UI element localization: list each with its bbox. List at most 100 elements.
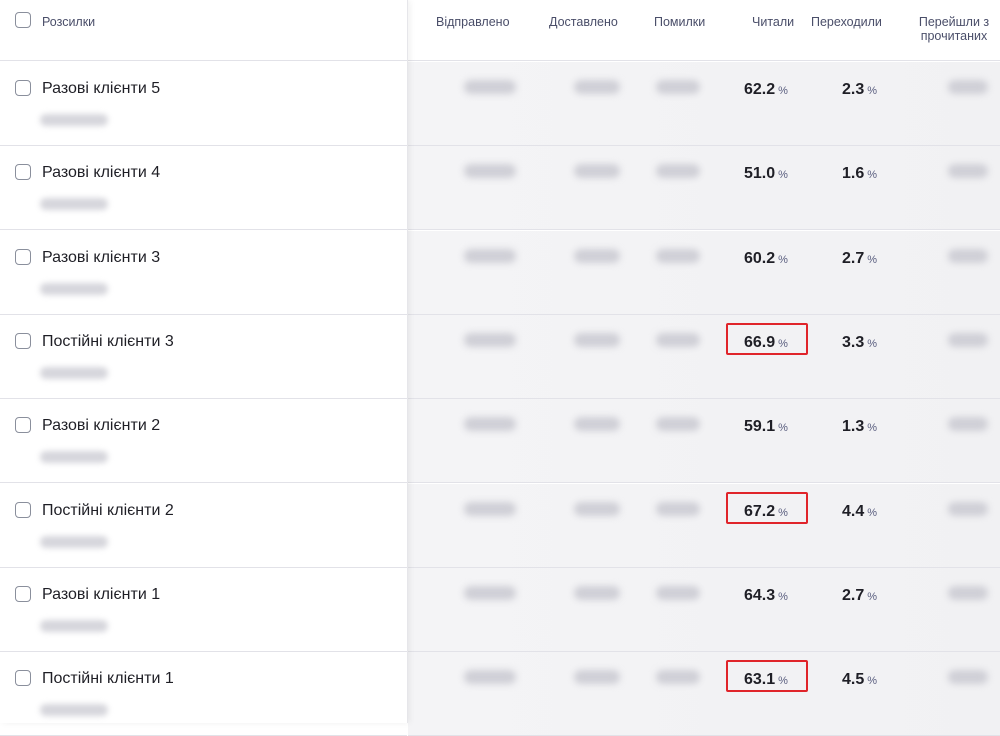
- percent-unit: %: [778, 85, 788, 97]
- percent-unit: %: [778, 422, 788, 434]
- read-value: 62.2%: [744, 81, 788, 99]
- percent-unit: %: [778, 675, 788, 687]
- clicked-from-read-value-blurred: [948, 333, 988, 347]
- table-row-stats: 62.2% 2.3%: [408, 62, 1000, 146]
- percent-unit: %: [778, 338, 788, 350]
- delivered-value-blurred: [574, 80, 620, 94]
- select-all-checkbox[interactable]: [15, 12, 31, 28]
- delivered-value-blurred: [574, 586, 620, 600]
- campaign-name[interactable]: Разові клієнти 4: [42, 164, 160, 182]
- percent-unit: %: [867, 254, 878, 266]
- campaigns-table: Розсилки Разові клієнти 5 Разові клієнти …: [0, 0, 1000, 736]
- campaign-date-blurred: [40, 451, 108, 463]
- percent-unit: %: [867, 338, 878, 350]
- header-clicked-from-read-line2: прочитаних: [920, 29, 988, 43]
- errors-value-blurred: [656, 333, 700, 347]
- sent-value-blurred: [464, 502, 516, 516]
- clicked-value: 4.4%: [842, 503, 877, 521]
- header-sent[interactable]: Відправлено: [436, 15, 510, 29]
- clicked-from-read-value-blurred: [948, 670, 988, 684]
- campaign-name[interactable]: Постійні клієнти 2: [42, 502, 174, 520]
- table-row[interactable]: Разові клієнти 4: [0, 146, 407, 230]
- read-value: 63.1%: [744, 671, 788, 689]
- header-read[interactable]: Читали: [752, 15, 794, 29]
- clicked-from-read-value-blurred: [948, 80, 988, 94]
- delivered-value-blurred: [574, 502, 620, 516]
- read-number: 59.1: [744, 418, 776, 435]
- table-row[interactable]: Постійні клієнти 3: [0, 315, 407, 399]
- sent-value-blurred: [464, 586, 516, 600]
- delivered-value-blurred: [574, 249, 620, 263]
- delivered-value-blurred: [574, 164, 620, 178]
- row-checkbox[interactable]: [15, 586, 31, 602]
- table-row[interactable]: Разові клієнти 5: [0, 62, 407, 146]
- table-row[interactable]: Разові клієнти 1: [0, 568, 407, 652]
- errors-value-blurred: [656, 249, 700, 263]
- clicked-value: 2.3%: [842, 81, 877, 99]
- header-errors[interactable]: Помилки: [654, 15, 705, 29]
- read-number: 66.9: [744, 334, 776, 351]
- stats-columns: Відправлено Доставлено Помилки Читали Пе…: [408, 0, 1000, 736]
- campaign-name-column: Розсилки Разові клієнти 5 Разові клієнти …: [0, 0, 408, 736]
- header-campaigns[interactable]: Розсилки: [42, 15, 95, 29]
- table-row[interactable]: Постійні клієнти 2: [0, 484, 407, 568]
- clicked-value: 2.7%: [842, 250, 877, 268]
- campaign-name[interactable]: Постійні клієнти 3: [42, 333, 174, 351]
- table-row-stats: 59.1% 1.3%: [408, 399, 1000, 483]
- read-value: 67.2%: [744, 503, 788, 521]
- row-checkbox[interactable]: [15, 502, 31, 518]
- percent-unit: %: [778, 254, 788, 266]
- campaign-name[interactable]: Разові клієнти 3: [42, 249, 160, 267]
- row-checkbox[interactable]: [15, 670, 31, 686]
- clicked-number: 2.7: [842, 250, 865, 267]
- clicked-from-read-value-blurred: [948, 417, 988, 431]
- campaign-date-blurred: [40, 283, 108, 295]
- table-row[interactable]: Постійні клієнти 1: [0, 652, 407, 736]
- campaign-name[interactable]: Разові клієнти 5: [42, 80, 160, 98]
- clicked-number: 1.3: [842, 418, 865, 435]
- percent-unit: %: [778, 591, 788, 603]
- clicked-from-read-value-blurred: [948, 249, 988, 263]
- clicked-from-read-value-blurred: [948, 164, 988, 178]
- campaign-date-blurred: [40, 620, 108, 632]
- percent-unit: %: [867, 507, 878, 519]
- campaign-name[interactable]: Постійні клієнти 1: [42, 670, 174, 688]
- header-clicked-from-read[interactable]: Перейшли з прочитаних: [914, 15, 994, 43]
- percent-unit: %: [778, 507, 788, 519]
- header-clicked[interactable]: Переходили: [811, 15, 882, 29]
- errors-value-blurred: [656, 586, 700, 600]
- read-value: 60.2%: [744, 250, 788, 268]
- errors-value-blurred: [656, 80, 700, 94]
- header-clicked-from-read-line1: Перейшли з: [918, 15, 990, 29]
- header-delivered[interactable]: Доставлено: [549, 15, 618, 29]
- read-number: 64.3: [744, 587, 776, 604]
- clicked-number: 4.5: [842, 671, 865, 688]
- errors-value-blurred: [656, 502, 700, 516]
- read-value: 59.1%: [744, 418, 788, 436]
- read-number: 67.2: [744, 503, 776, 520]
- percent-unit: %: [867, 169, 878, 181]
- delivered-value-blurred: [574, 417, 620, 431]
- sent-value-blurred: [464, 80, 516, 94]
- campaign-date-blurred: [40, 198, 108, 210]
- row-checkbox[interactable]: [15, 164, 31, 180]
- table-row-stats: 63.1% 4.5%: [408, 652, 1000, 736]
- table-row[interactable]: Разові клієнти 2: [0, 399, 407, 483]
- errors-value-blurred: [656, 670, 700, 684]
- campaign-date-blurred: [40, 536, 108, 548]
- row-checkbox[interactable]: [15, 80, 31, 96]
- row-checkbox[interactable]: [15, 333, 31, 349]
- read-number: 62.2: [744, 81, 776, 98]
- table-row[interactable]: Разові клієнти 3: [0, 231, 407, 315]
- delivered-value-blurred: [574, 333, 620, 347]
- clicked-number: 1.6: [842, 165, 865, 182]
- campaign-date-blurred: [40, 367, 108, 379]
- row-checkbox[interactable]: [15, 417, 31, 433]
- campaign-name[interactable]: Разові клієнти 2: [42, 417, 160, 435]
- read-value: 64.3%: [744, 587, 788, 605]
- campaign-name[interactable]: Разові клієнти 1: [42, 586, 160, 604]
- clicked-value: 4.5%: [842, 671, 877, 689]
- row-checkbox[interactable]: [15, 249, 31, 265]
- campaign-date-blurred: [40, 704, 108, 716]
- clicked-from-read-value-blurred: [948, 502, 988, 516]
